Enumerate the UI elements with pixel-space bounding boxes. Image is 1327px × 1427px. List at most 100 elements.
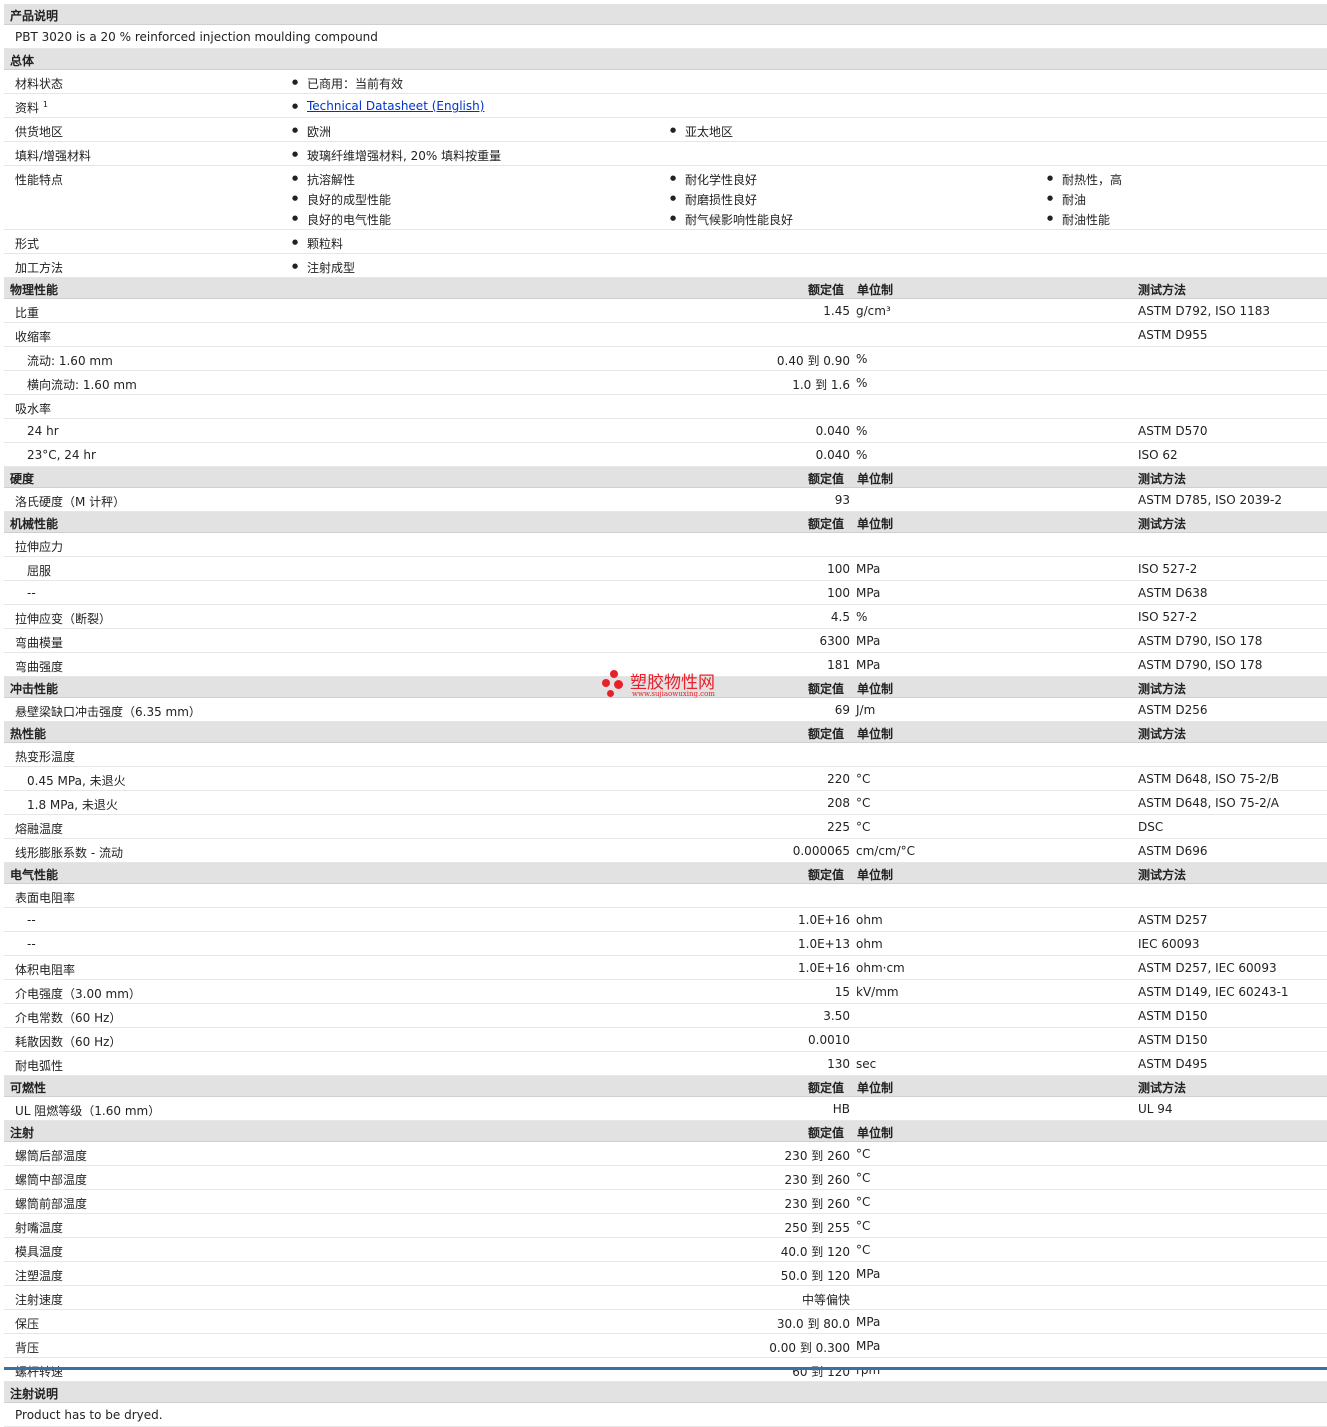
column-header-unit: 单位制	[857, 1126, 894, 1140]
property-value: 208	[827, 796, 850, 810]
section-header-injection-notes: 注射说明	[4, 1382, 1327, 1403]
section-title: 总体	[10, 54, 35, 68]
property-row: 23°C, 24 hr 0.040% ISO 62	[4, 443, 1327, 467]
property-value: 0.040	[815, 448, 850, 462]
property-value: 1.0E+13	[798, 937, 850, 951]
property-label: 耐电弧性	[15, 1059, 64, 1073]
test-method: ISO 527-2	[1138, 610, 1198, 624]
test-method: ASTM D150	[1138, 1009, 1208, 1023]
property-value: 0.000065	[792, 844, 850, 858]
property-label: 螺筒前部温度	[15, 1197, 88, 1211]
property-unit: cm/cm/°C	[856, 844, 916, 858]
logo-dot	[610, 670, 618, 678]
test-method: ASTM D149, IEC 60243-1	[1138, 985, 1289, 999]
property-label: 横向流动: 1.60 mm	[27, 378, 137, 392]
test-method: ASTM D790, ISO 178	[1138, 658, 1263, 672]
general-row-process: 加工方法 注射成型	[4, 254, 1327, 278]
section-header-injection: 注射 额定值 单位制	[4, 1121, 1327, 1142]
feature-item: 良好的电气性能	[292, 211, 391, 228]
info-footnote: 1	[42, 100, 48, 109]
property-row: 螺筒前部温度 230 到 260 °C	[4, 1190, 1327, 1214]
section-title: 物理性能	[10, 283, 59, 297]
column-header-value: 额定值	[808, 517, 845, 531]
property-value: 6300	[819, 634, 850, 648]
property-label: 耗散因数（60 Hz）	[15, 1035, 122, 1049]
property-value: 250 到 255	[784, 1221, 850, 1235]
property-row: 流动: 1.60 mm 0.40 到 0.90%	[4, 347, 1327, 371]
technical-datasheet-link[interactable]: Technical Datasheet (English)	[307, 99, 484, 113]
test-method: ASTM D256	[1138, 703, 1208, 717]
property-row: 背压 0.00 到 0.300 MPa	[4, 1334, 1327, 1358]
property-value: 40.0 到 120	[780, 1245, 850, 1259]
general-row-features: 性能特点 抗溶解性 耐化学性良好 耐热性，高 良好的成型性能 耐磨损性良好 耐油…	[4, 166, 1327, 230]
page: { "desc": {"header":"产品说明","text":"PBT 3…	[0, 0, 1327, 1427]
property-unit: MPa	[856, 634, 881, 648]
property-label: 模具温度	[15, 1245, 64, 1259]
column-header-value: 额定值	[808, 283, 845, 297]
property-value: 230 到 260	[784, 1197, 850, 1211]
property-row: -- 1.0E+13 ohm IEC 60093	[4, 932, 1327, 956]
general-row-form: 形式 颗粒料	[4, 230, 1327, 254]
section-title: 热性能	[10, 727, 47, 741]
property-row: 螺筒后部温度 230 到 260 °C	[4, 1142, 1327, 1166]
property-row: 射嘴温度 250 到 255 °C	[4, 1214, 1327, 1238]
property-label: 介电强度（3.00 mm）	[15, 987, 141, 1001]
property-sections: 物理性能 额定值 单位制 测试方法 比重 1.45 g/cm³ ASTM D792, ISO …	[4, 278, 1327, 1382]
column-header-method: 测试方法	[1138, 727, 1187, 741]
property-value: 220	[827, 772, 850, 786]
property-row: 1.8 MPa, 未退火 208 °C ASTM D648, ISO 75-2/A	[4, 791, 1327, 815]
property-unit: %	[856, 352, 868, 366]
row-label: 性能特点	[15, 173, 64, 187]
test-method: ASTM D495	[1138, 1057, 1208, 1071]
test-method: ASTM D955	[1138, 328, 1208, 342]
property-value: 230 到 260	[784, 1173, 850, 1187]
property-label: 螺筒后部温度	[15, 1149, 88, 1163]
watermark-url: www.sujiaowuxing.com	[632, 690, 715, 698]
test-method: ISO 62	[1138, 448, 1178, 462]
property-unit: MPa	[856, 1267, 881, 1281]
property-label: 热变形温度	[15, 750, 76, 764]
property-value: 181	[827, 658, 850, 672]
property-value: 230 到 260	[784, 1149, 850, 1163]
column-header-unit: 单位制	[857, 517, 894, 531]
property-value: 30.0 到 80.0	[776, 1317, 850, 1331]
property-value: 225	[827, 820, 850, 834]
property-value: 100	[827, 562, 850, 576]
property-value: 4.5	[830, 610, 850, 624]
feature-item: 耐化学性良好	[670, 171, 757, 188]
property-row: 24 hr 0.040% ASTM D570	[4, 419, 1327, 443]
injection-notes-text: Product has to be dryed.	[15, 1408, 163, 1422]
property-unit: rpm	[856, 1363, 881, 1377]
test-method: ASTM D648, ISO 75-2/A	[1138, 796, 1279, 810]
property-label: 23°C, 24 hr	[27, 448, 96, 462]
description-row: PBT 3020 is a 20 % reinforced injection …	[4, 25, 1327, 49]
property-row: 表面电阻率	[4, 884, 1327, 908]
property-label: 介电常数（60 Hz）	[15, 1011, 122, 1025]
row-label: 加工方法	[15, 261, 64, 275]
property-unit: %	[856, 610, 868, 624]
column-header-unit: 单位制	[857, 868, 894, 882]
test-method: ASTM D257, IEC 60093	[1138, 961, 1277, 975]
feature-item: 耐油	[1047, 191, 1086, 208]
test-method: ASTM D570	[1138, 424, 1208, 438]
property-label: 弯曲模量	[15, 636, 64, 650]
column-header-value: 额定值	[808, 1126, 845, 1140]
column-header-method: 测试方法	[1138, 868, 1187, 882]
property-unit: %	[856, 376, 868, 390]
feature-item: 耐油性能	[1047, 211, 1110, 228]
property-label: 1.8 MPa, 未退火	[27, 798, 118, 812]
test-method: ASTM D790, ISO 178	[1138, 634, 1263, 648]
column-header-unit: 单位制	[857, 472, 894, 486]
property-value: 69	[834, 703, 850, 717]
property-value: 93	[834, 493, 850, 507]
property-unit: °C	[856, 1195, 871, 1209]
feature-item: 耐气候影响性能良好	[670, 211, 793, 228]
test-method: IEC 60093	[1138, 937, 1200, 951]
row-label: 材料状态	[15, 77, 64, 91]
section-title: 产品说明	[10, 9, 59, 23]
logo-dot	[614, 680, 623, 689]
property-value: 15	[834, 985, 850, 999]
property-value: 1.0E+16	[798, 913, 850, 927]
property-label: 流动: 1.60 mm	[27, 354, 113, 368]
property-row: 注射速度 中等偏快	[4, 1286, 1327, 1310]
